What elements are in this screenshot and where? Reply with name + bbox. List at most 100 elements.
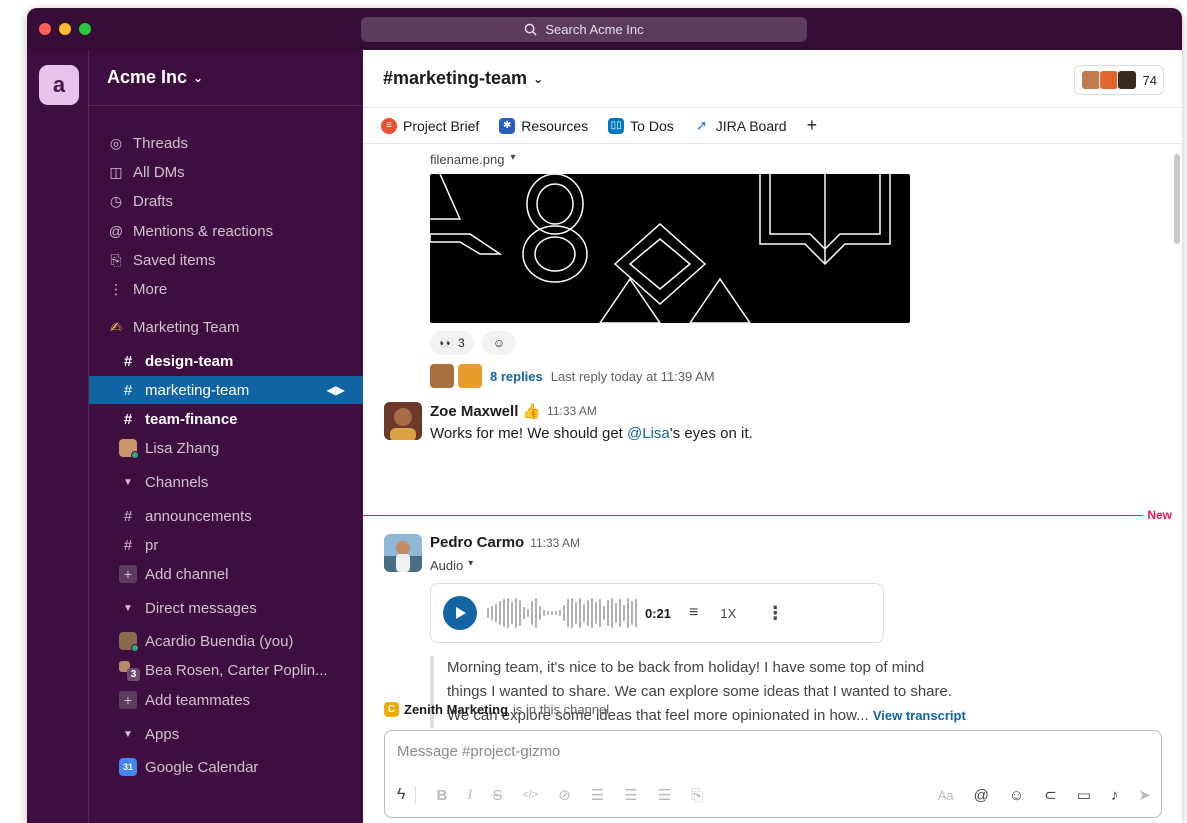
- waveform-bar: [607, 600, 609, 626]
- waveform-bar: [535, 598, 537, 628]
- avatar[interactable]: [384, 534, 422, 572]
- bold-icon[interactable]: B: [436, 787, 447, 804]
- audio-player: 0:21 ≡ 1X ⋮: [430, 583, 884, 643]
- sidebar-item-design-team[interactable]: # design-team: [89, 347, 363, 375]
- sidebar-item-announcements[interactable]: # announcements: [89, 502, 363, 530]
- sidebar-item-saved[interactable]: ⎘ Saved items: [89, 246, 363, 274]
- sidebar-item-google-calendar[interactable]: 31 Google Calendar: [89, 753, 363, 781]
- image-artwork: [430, 174, 891, 323]
- message-time[interactable]: 11:33 AM: [530, 536, 580, 550]
- mention-icon[interactable]: @: [974, 787, 989, 804]
- sidebar-item-more[interactable]: ⋮ More: [89, 275, 363, 303]
- sidebar-item-drafts[interactable]: ◷ Drafts: [89, 187, 363, 215]
- add-reaction-button[interactable]: ☺: [482, 331, 516, 355]
- zoe-avatar-image: [384, 402, 422, 440]
- sender-name[interactable]: Pedro Carmo: [430, 534, 524, 551]
- sidebar-section-channels[interactable]: ▼ Channels: [89, 468, 363, 496]
- thread-summary[interactable]: 8 replies Last reply today at 11:39 AM: [430, 364, 715, 388]
- sidebar-item-pr[interactable]: # pr: [89, 531, 363, 559]
- jira-icon: ➚: [695, 117, 708, 133]
- ordered-list-icon[interactable]: ☰: [591, 786, 604, 804]
- more-actions-icon[interactable]: ⋮: [766, 603, 784, 624]
- workspace-switcher-icon[interactable]: a: [39, 65, 79, 105]
- blockquote-icon[interactable]: ☰: [658, 786, 671, 804]
- video-icon[interactable]: ▭: [1077, 786, 1091, 804]
- members-button[interactable]: 74: [1073, 65, 1164, 95]
- audio-waveform[interactable]: [487, 595, 637, 631]
- message-input[interactable]: Message #project-gizmo: [397, 743, 560, 760]
- waveform-bar: [503, 599, 505, 627]
- mention-link[interactable]: @Lisa: [627, 425, 670, 442]
- message-text-part: Works for me! We should get: [430, 425, 628, 442]
- code-icon[interactable]: </>: [522, 789, 538, 801]
- view-transcript-link[interactable]: View transcript: [873, 708, 966, 723]
- sidebar-section-marketing-team[interactable]: ✍ Marketing Team: [89, 313, 363, 341]
- play-button[interactable]: [443, 596, 477, 630]
- emoji-icon[interactable]: ☺: [1009, 787, 1024, 804]
- waveform-bar: [591, 598, 593, 628]
- sidebar-item-team-finance[interactable]: # team-finance: [89, 405, 363, 433]
- add-teammates-button[interactable]: + Add teammates: [89, 686, 363, 714]
- reaction-count: 3: [457, 336, 465, 350]
- bookmark-project-brief[interactable]: ≡ Project Brief: [381, 117, 479, 134]
- huddle-diamond-icon: ◀▶: [326, 383, 345, 397]
- sidebar-item-mentions[interactable]: @ Mentions & reactions: [89, 217, 363, 245]
- bulleted-list-icon[interactable]: ☰: [624, 786, 637, 804]
- avatar[interactable]: [384, 402, 422, 440]
- sidebar-item-lisa-zhang[interactable]: Lisa Zhang: [89, 434, 363, 462]
- workspace-rail: a: [27, 50, 89, 823]
- message-time[interactable]: 11:33 AM: [547, 404, 597, 418]
- sidebar-section-direct-messages[interactable]: ▼ Direct messages: [89, 594, 363, 622]
- sidebar-item-group-dm[interactable]: 3 Bea Rosen, Carter Poplin...: [89, 656, 363, 684]
- attachment-label: Audio: [430, 558, 464, 573]
- workspace-menu-button[interactable]: Acme Inc ⌄: [89, 50, 363, 106]
- search-input[interactable]: Search Acme Inc: [361, 17, 807, 42]
- reaction-eyes[interactable]: 👀 3: [430, 331, 474, 355]
- formatting-toggle-icon[interactable]: Aa: [938, 788, 954, 803]
- transcript-lines-icon[interactable]: ≡: [689, 604, 698, 622]
- playback-speed-button[interactable]: 1X: [720, 606, 736, 621]
- sidebar-item-label: All DMs: [133, 163, 185, 181]
- bookmark-todos[interactable]: ▯▯ To Dos: [608, 117, 674, 134]
- add-channel-button[interactable]: + Add channel: [89, 560, 363, 588]
- avatar: [458, 364, 482, 388]
- add-bookmark-button[interactable]: +: [807, 115, 818, 136]
- minimize-window-button[interactable]: [59, 23, 71, 35]
- sidebar-item-marketing-team[interactable]: # marketing-team ◀▶: [89, 376, 363, 404]
- replies-link[interactable]: 8 replies: [490, 369, 543, 384]
- audio-duration: 0:21: [645, 605, 672, 621]
- zoom-window-button[interactable]: [79, 23, 91, 35]
- code-block-icon[interactable]: ⎘: [691, 787, 703, 804]
- attach-icon[interactable]: ⊂: [1044, 786, 1057, 804]
- shortcuts-lightning-icon[interactable]: ϟ: [397, 786, 417, 804]
- send-icon[interactable]: ➤: [1138, 786, 1151, 804]
- audio-attachment-header[interactable]: Audio ▾: [430, 558, 473, 573]
- last-reply-time: Last reply today at 11:39 AM: [550, 368, 715, 384]
- close-window-button[interactable]: [39, 23, 51, 35]
- file-header[interactable]: filename.png ▾: [430, 152, 515, 167]
- sidebar-item-threads[interactable]: ◎ Threads: [89, 129, 363, 157]
- add-reaction-icon: ☺: [492, 336, 506, 350]
- sidebar-item-acardio-buendia[interactable]: Acardio Buendia (you): [89, 627, 363, 655]
- italic-icon[interactable]: I: [467, 787, 472, 804]
- sidebar-section-apps[interactable]: ▼ Apps: [89, 720, 363, 748]
- thumbs-up-icon: 👍: [522, 403, 542, 420]
- sidebar-item-all-dms[interactable]: ◫ All DMs: [89, 158, 363, 186]
- sender-name[interactable]: Zoe Maxwell: [430, 403, 518, 420]
- image-attachment[interactable]: [430, 174, 910, 323]
- waveform-bar: [539, 606, 541, 620]
- add-channel-label: Add channel: [145, 565, 229, 583]
- chevron-down-icon[interactable]: ⌄: [533, 72, 543, 86]
- bookmark-jira-board[interactable]: ➚ JIRA Board: [694, 117, 787, 134]
- link-icon[interactable]: ⊘: [558, 786, 571, 804]
- message-scrollbar[interactable]: [1174, 154, 1180, 244]
- strikethrough-icon[interactable]: S: [492, 787, 502, 804]
- audio-transcript: Morning team, it's nice to be back from …: [430, 656, 1050, 728]
- waveform-bar: [511, 602, 513, 624]
- app-name[interactable]: Zenith Marketing: [404, 702, 508, 717]
- channel-title[interactable]: #marketing-team: [383, 68, 527, 89]
- microphone-icon[interactable]: ♪: [1111, 787, 1119, 804]
- bookmark-resources[interactable]: ✱ Resources: [499, 117, 588, 134]
- app-label: Google Calendar: [145, 758, 259, 776]
- plus-icon: +: [119, 691, 137, 709]
